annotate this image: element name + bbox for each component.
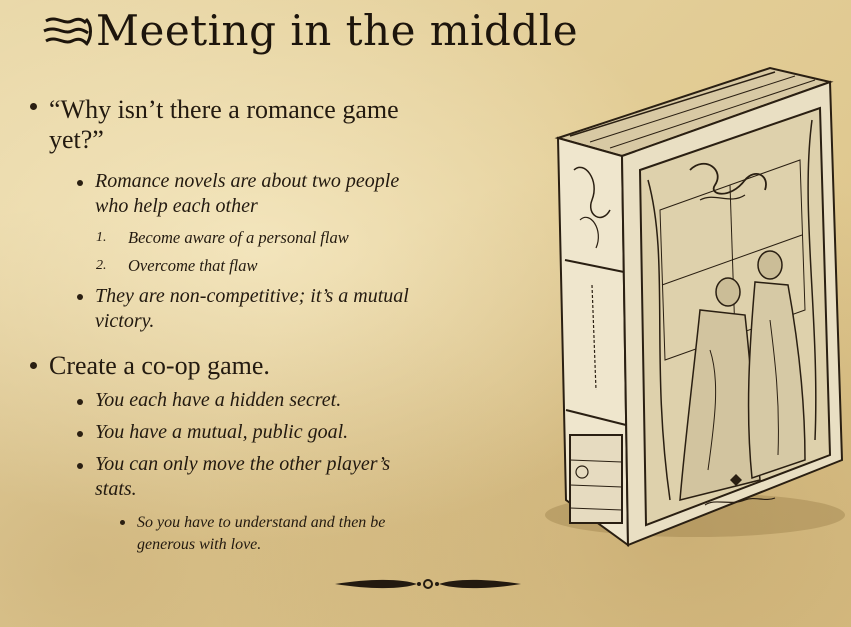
bullet-line: generous with love. bbox=[137, 536, 262, 553]
page-title: Meeting in the middle bbox=[96, 6, 579, 55]
bullet-move-stats: You can only move the other player’s sta… bbox=[95, 452, 390, 502]
bullet-dot bbox=[120, 520, 125, 525]
bullet-dot bbox=[77, 431, 83, 437]
list-number: 1. bbox=[96, 230, 107, 245]
bullet-line: You can only move the other player’s bbox=[95, 453, 391, 475]
list-item-aware-flaw: Become aware of a personal flaw bbox=[128, 228, 349, 247]
bullet-line: So you have to understand and then be bbox=[137, 514, 386, 531]
bullet-dot bbox=[77, 294, 83, 300]
bullet-line: “Why isn’t there a romance game bbox=[49, 95, 399, 124]
bullet-line: who help each other bbox=[95, 195, 258, 217]
list-item-overcome-flaw: Overcome that flaw bbox=[128, 256, 258, 275]
bullet-dot bbox=[30, 103, 37, 110]
bullet-dot bbox=[77, 399, 83, 405]
bullet-dot bbox=[77, 180, 83, 186]
bullet-create-coop: Create a co-op game. bbox=[49, 351, 270, 380]
bullet-understand-generous: So you have to understand and then be ge… bbox=[137, 512, 385, 556]
bullet-line: yet?” bbox=[49, 125, 104, 154]
title-flourish-icon bbox=[43, 17, 92, 46]
bullet-line: victory. bbox=[95, 310, 155, 332]
bullet-dot bbox=[77, 463, 83, 469]
bullet-line: They are non-competitive; it’s a mutual bbox=[95, 285, 409, 307]
slide-title: Meeting in the middle bbox=[42, 6, 578, 55]
list-number: 2. bbox=[96, 258, 107, 273]
bullet-hidden-secret: You each have a hidden secret. bbox=[95, 389, 342, 411]
bullet-mutual-goal: You have a mutual, public goal. bbox=[95, 421, 349, 443]
bullet-why-no-romance-game: “Why isn’t there a romance game yet?” bbox=[49, 95, 399, 155]
bullet-line: Romance novels are about two people bbox=[95, 170, 400, 192]
bullet-line: stats. bbox=[95, 478, 137, 500]
bullet-non-competitive: They are non-competitive; it’s a mutual … bbox=[95, 284, 409, 334]
bullet-romance-novels: Romance novels are about two people who … bbox=[95, 169, 399, 219]
game-box-image bbox=[545, 66, 845, 547]
ornamental-divider-icon bbox=[335, 579, 521, 589]
bullet-dot bbox=[30, 362, 37, 369]
